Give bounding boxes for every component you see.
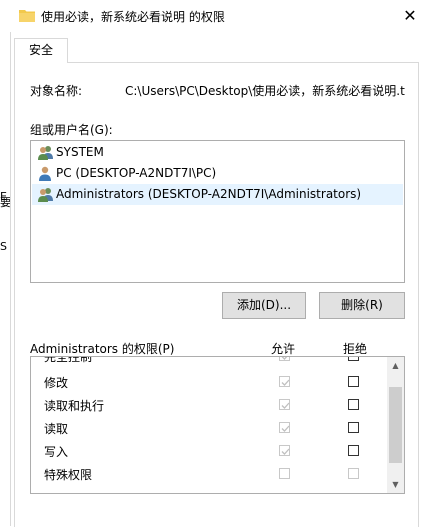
perm-name: 特殊权限 (44, 468, 93, 482)
remove-button[interactable]: 删除(R) (319, 292, 405, 319)
permissions-scrollbar[interactable]: ▲ ▼ (387, 357, 404, 493)
perm-row-special: 特殊权限 (31, 463, 387, 486)
bg-fragment: S (0, 240, 7, 253)
allow-column-header: 允许 (271, 342, 296, 356)
title-bar: 使用必读，新系统必看说明 的权限 ✕ (0, 0, 424, 32)
deny-checkbox[interactable] (348, 468, 359, 479)
perm-row-write: 写入 (31, 440, 387, 463)
groups-label: 组或用户名(G): (30, 123, 113, 137)
group-item-administrators[interactable]: Administrators (DESKTOP-A2NDT7I\Administ… (32, 184, 403, 205)
deny-checkbox[interactable] (348, 399, 359, 410)
perm-row-modify: 修改 (31, 371, 387, 394)
allow-checkbox[interactable] (279, 376, 290, 387)
scroll-thumb[interactable] (389, 387, 402, 463)
scroll-up-icon[interactable]: ▲ (387, 357, 404, 374)
allow-checkbox[interactable] (279, 357, 290, 361)
permissions-label: Administrators 的权限(P) (30, 342, 175, 356)
users-group-icon (38, 146, 53, 160)
background-window-edge: 对 E 要 S (0, 32, 11, 526)
deny-checkbox[interactable] (348, 422, 359, 433)
deny-checkbox[interactable] (348, 376, 359, 387)
allow-checkbox[interactable] (279, 399, 290, 410)
permissions-list[interactable]: 完全控制 修改 读取和执行 读取 写入 特殊权限 ▲ ▼ (30, 356, 405, 494)
perm-name: 读取和执行 (44, 399, 105, 413)
allow-checkbox[interactable] (279, 445, 290, 456)
perm-name: 读取 (44, 422, 69, 436)
group-item-label: Administrators (DESKTOP-A2NDT7I\Administ… (56, 187, 362, 201)
deny-checkbox[interactable] (348, 357, 359, 361)
bg-fragment: 要 (0, 196, 11, 209)
deny-checkbox[interactable] (348, 445, 359, 456)
group-item-system[interactable]: SYSTEM (32, 142, 403, 163)
tab-security[interactable]: 安全 (14, 38, 68, 63)
groups-list[interactable]: SYSTEM PC (DESKTOP-A2NDT7I\PC) Administr… (30, 140, 405, 283)
window-title: 使用必读，新系统必看说明 的权限 (41, 10, 225, 24)
deny-column-header: 拒绝 (343, 342, 368, 356)
add-button[interactable]: 添加(D)... (222, 292, 306, 319)
group-item-label: SYSTEM (56, 145, 104, 159)
perm-row-read-execute: 读取和执行 (31, 394, 387, 417)
object-name-label: 对象名称: (30, 84, 83, 98)
object-name-value: C:\Users\PC\Desktop\使用必读，新系统必看说明.t (125, 84, 405, 98)
scroll-down-icon[interactable]: ▼ (387, 476, 404, 493)
folder-icon (19, 10, 35, 22)
perm-name: 完全控制 (44, 356, 93, 364)
perm-name: 修改 (44, 376, 69, 390)
perm-row-full-control: 完全控制 (31, 356, 387, 368)
perm-name: 写入 (44, 445, 69, 459)
users-group-icon (38, 188, 53, 202)
group-item-pc[interactable]: PC (DESKTOP-A2NDT7I\PC) (32, 163, 403, 184)
allow-checkbox[interactable] (279, 468, 290, 479)
perm-row-read: 读取 (31, 417, 387, 440)
allow-checkbox[interactable] (279, 422, 290, 433)
user-icon (39, 166, 51, 181)
group-item-label: PC (DESKTOP-A2NDT7I\PC) (56, 166, 217, 180)
close-button[interactable]: ✕ (398, 3, 422, 29)
